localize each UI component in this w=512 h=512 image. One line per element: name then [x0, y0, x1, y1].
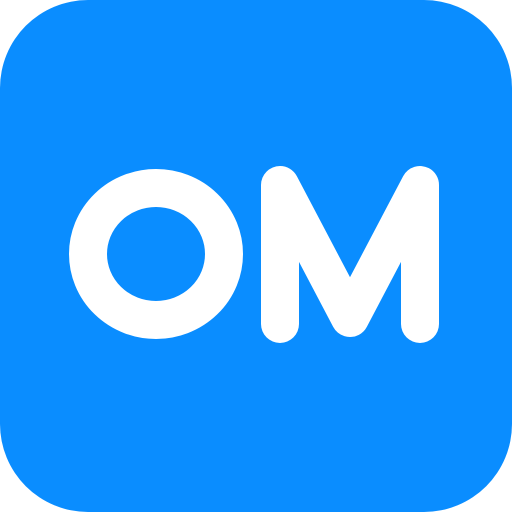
letter-o-glyph [69, 169, 243, 339]
om-lettermark [69, 166, 439, 343]
om-app-icon [0, 0, 512, 512]
letter-m-glyph [261, 166, 439, 343]
